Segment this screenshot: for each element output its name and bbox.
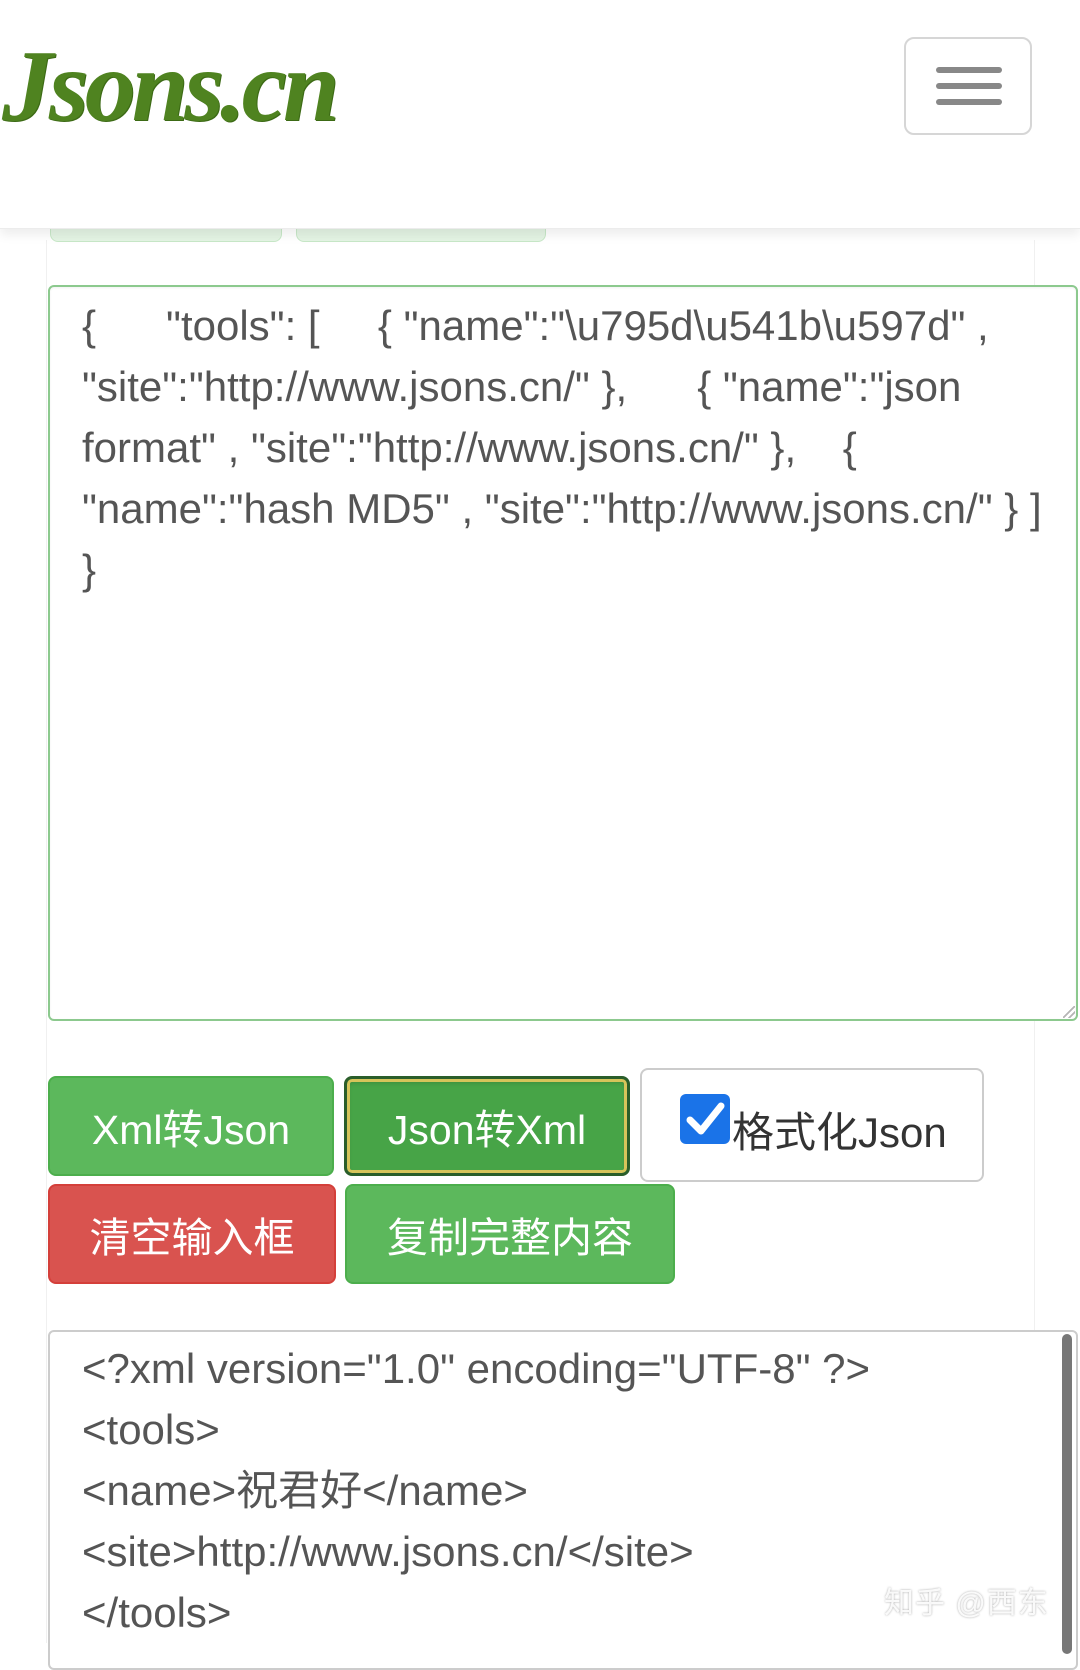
- clear-input-button[interactable]: 清空输入框: [48, 1184, 336, 1284]
- xml-to-json-button[interactable]: Xml转Json: [48, 1076, 334, 1176]
- site-logo[interactable]: Jsons.cn: [2, 36, 340, 138]
- menu-toggle-button[interactable]: [904, 37, 1032, 135]
- format-json-checkbox[interactable]: [680, 1094, 730, 1144]
- watermark-text: 知乎 @西东: [884, 1587, 1049, 1620]
- hamburger-menu-icon-bar: [936, 83, 1002, 89]
- json-to-xml-button[interactable]: Json转Xml: [344, 1076, 630, 1176]
- hamburger-menu-icon-bar: [936, 99, 1002, 105]
- format-json-toggle[interactable]: 格式化Json: [640, 1068, 984, 1182]
- json-input-textarea[interactable]: { "tools": [ { "name":"\u795d\u541b\u597…: [48, 285, 1078, 1021]
- checkmark-icon: [686, 1102, 725, 1135]
- top-navbar: Jsons.cn: [0, 0, 1080, 229]
- content-border-left: [46, 240, 47, 1643]
- format-json-label: 格式化Json: [732, 1108, 947, 1156]
- hamburger-menu-icon: [936, 67, 1002, 73]
- copy-content-button[interactable]: 复制完整内容: [345, 1184, 675, 1284]
- xml-output-scrollbar[interactable]: [1062, 1334, 1072, 1654]
